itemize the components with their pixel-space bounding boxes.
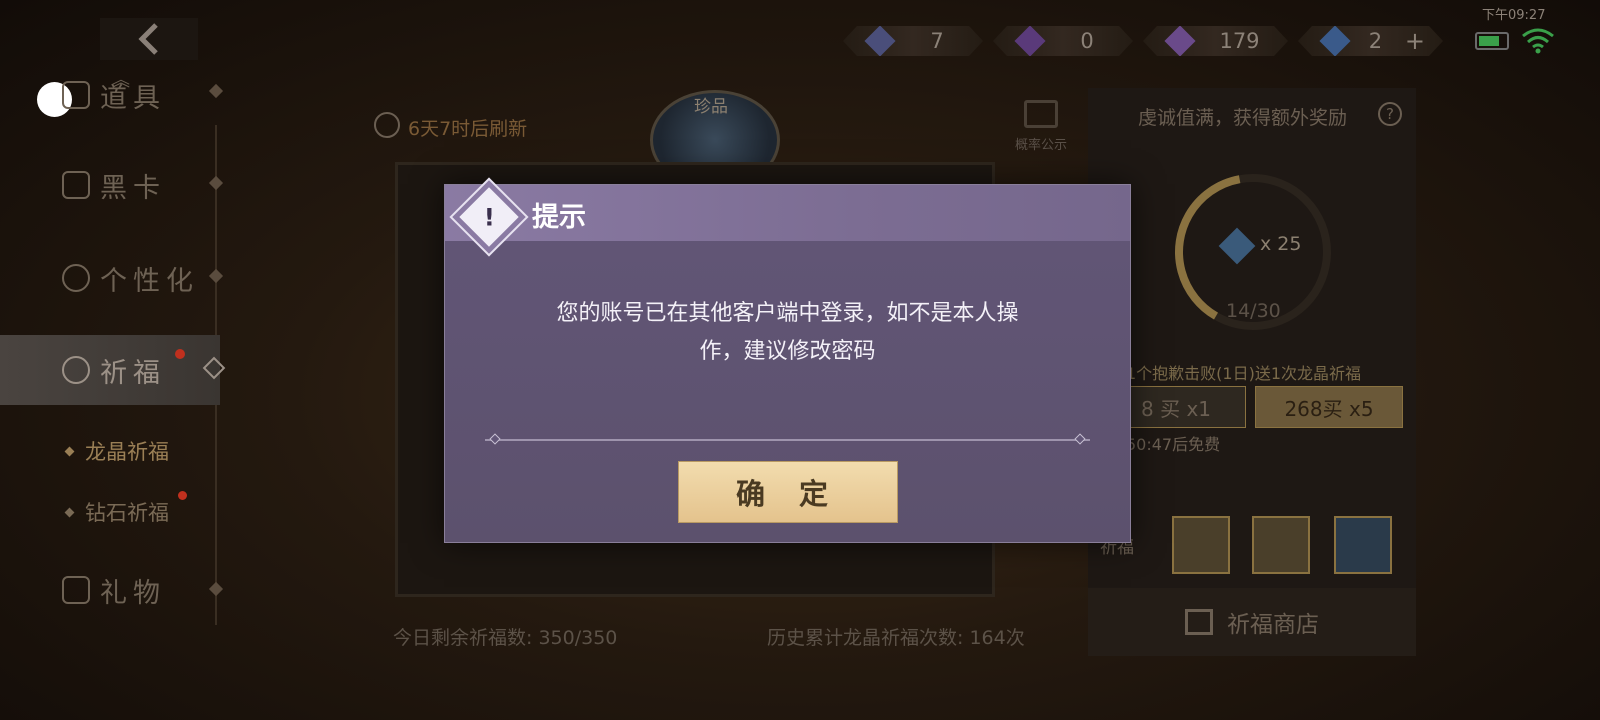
resource-crystal: 0 xyxy=(993,26,1133,56)
shop-label: 祈福商店 xyxy=(1227,612,1319,638)
wifi-icon xyxy=(1522,28,1554,54)
probability-label: 概率公示 xyxy=(1014,138,1067,153)
shop-icon xyxy=(1185,609,1213,635)
nav-item-label: 个性化 xyxy=(100,265,199,297)
nav-item-label: 礼物 xyxy=(100,577,166,609)
status-time: 下午09:27 xyxy=(1482,8,1546,23)
nav-item-black-card[interactable]: 黑卡 xyxy=(0,150,220,220)
help-icon[interactable]: ? xyxy=(1378,102,1402,126)
refresh-text: 6天7时后刷新 xyxy=(408,118,528,140)
notification-dot xyxy=(178,491,187,500)
piety-text: 虔诚值满，获得额外奖励 xyxy=(1138,107,1348,129)
reward-count: x 25 xyxy=(1260,233,1302,255)
pray-icon xyxy=(62,356,90,384)
resource-value: 2 xyxy=(1368,29,1383,53)
free-timer: 50:47后免费 xyxy=(1126,435,1221,454)
smile-icon xyxy=(62,264,90,292)
timer-icon xyxy=(374,112,400,138)
resource-value: 7 xyxy=(930,29,944,53)
nav-item-label: 道具 xyxy=(100,82,166,114)
bullet-icon xyxy=(64,446,75,456)
hero-avatar-1[interactable] xyxy=(1172,516,1230,574)
sub-item-label: 钻石祈福 xyxy=(85,501,169,525)
chevron-left-icon xyxy=(138,23,158,55)
notification-dot xyxy=(175,349,185,359)
nav-item-label: 祈福 xyxy=(100,357,166,389)
sub-item-label: 龙晶祈福 xyxy=(85,440,169,464)
progress-text: 14/30 xyxy=(1226,300,1281,322)
game-screen: ︽ 道具 黑卡 个性化 祈福 龙晶祈福 钻石祈福 礼物 7 0 179 2 + … xyxy=(0,0,1600,720)
reward-panel: 虔诚值满，获得额外奖励 ? x 25 14/30 1个抱歉击败(1日)送1次龙晶… xyxy=(1088,88,1416,656)
gift-icon xyxy=(62,576,90,604)
resource-blue-diamond: 2 + xyxy=(1298,26,1443,56)
dialog-title: 提示 xyxy=(532,202,586,233)
card-icon xyxy=(62,171,90,199)
hero-avatar-3[interactable] xyxy=(1334,516,1392,574)
resource-ticket: 7 xyxy=(843,26,983,56)
back-button[interactable] xyxy=(100,18,198,60)
nav-item-gifts[interactable]: 礼物 xyxy=(0,555,220,625)
buy-x5-button[interactable]: 268买 x5 xyxy=(1255,386,1403,428)
shop-button[interactable]: 祈福商店 xyxy=(1088,588,1416,656)
nav-item-personalize[interactable]: 个性化 xyxy=(0,243,220,313)
exclamation-icon: ! xyxy=(483,202,495,231)
hero-avatar-2[interactable] xyxy=(1252,516,1310,574)
book-icon xyxy=(1024,100,1058,128)
history-count: 历史累计龙晶祈福次数: 164次 xyxy=(767,627,1025,649)
probability-button[interactable]: 概率公示 xyxy=(1010,100,1072,160)
sub-item-diamond[interactable]: 钻石祈福 xyxy=(64,497,169,527)
remaining-count: 今日剩余祈福数: 350/350 xyxy=(393,627,618,649)
badge-label: 珍品 xyxy=(694,97,728,117)
battery-icon xyxy=(1475,32,1509,50)
confirm-button[interactable]: 确 定 xyxy=(678,461,898,523)
battery-level xyxy=(1479,36,1499,46)
sub-item-dragon-crystal[interactable]: 龙晶祈福 xyxy=(64,436,169,466)
nav-item-pray[interactable]: 祈福 xyxy=(0,335,220,405)
divider-ornament xyxy=(489,433,501,445)
dialog-message: 您的账号已在其他客户端中登录，如不是本人操 作，建议修改密码 xyxy=(525,295,1050,371)
dialog-divider xyxy=(485,439,1090,441)
nav-item-props[interactable]: 道具 xyxy=(0,60,220,130)
divider-ornament xyxy=(1074,433,1086,445)
props-icon xyxy=(62,81,90,109)
bullet-icon xyxy=(64,507,75,517)
resource-value: 0 xyxy=(1080,29,1094,53)
add-currency-button[interactable]: + xyxy=(1405,27,1425,55)
resource-value: 179 xyxy=(1219,29,1260,53)
resource-purple-diamond: 179 xyxy=(1143,26,1288,56)
dialog-message-line: 您的账号已在其他客户端中登录，如不是本人操 xyxy=(556,301,1019,326)
dialog-message-line: 作，建议修改密码 xyxy=(699,339,876,364)
nav-item-label: 黑卡 xyxy=(100,172,166,204)
alert-dialog: ! 提示 您的账号已在其他客户端中登录，如不是本人操 作，建议修改密码 确 定 xyxy=(444,180,1131,543)
promo-text: 1个抱歉击败(1日)送1次龙晶祈福 xyxy=(1126,364,1362,383)
